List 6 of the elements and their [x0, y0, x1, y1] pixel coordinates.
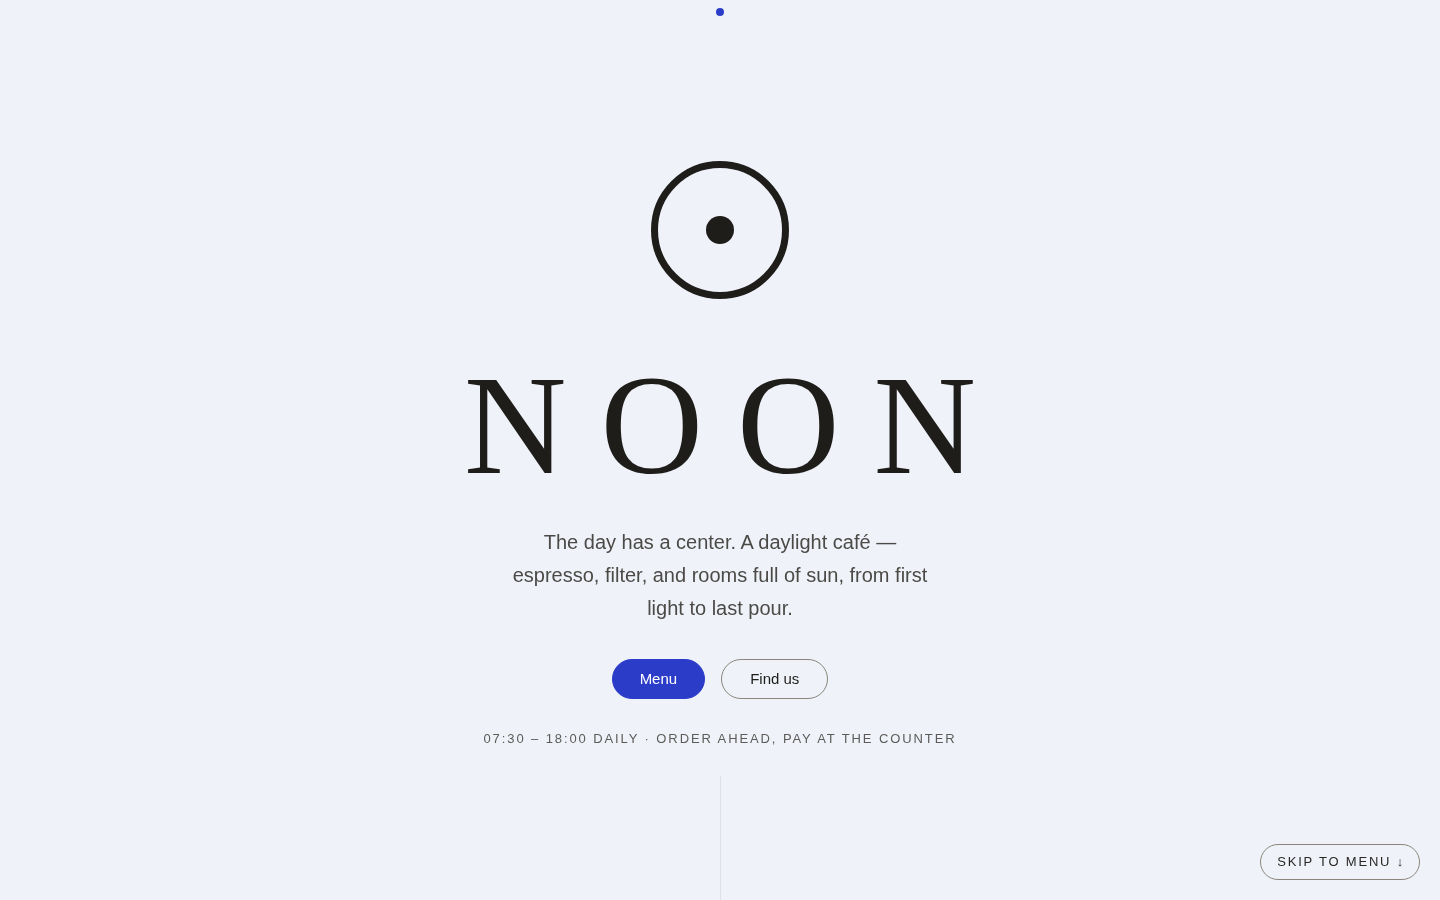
dot-icon	[716, 8, 724, 16]
brand-wordmark: NOON	[462, 354, 1011, 496]
tagline: The day has a center. A daylight café — espresso, filter, and rooms full of sun, from first light to last pour.	[511, 530, 929, 621]
hours-note: 07:30 – 18:00 DAILY · ORDER AHEAD, PAY AT THE COUNTER	[483, 730, 957, 748]
menu-button[interactable]: Menu	[611, 659, 706, 699]
circled-dot-logo-icon	[651, 161, 789, 299]
